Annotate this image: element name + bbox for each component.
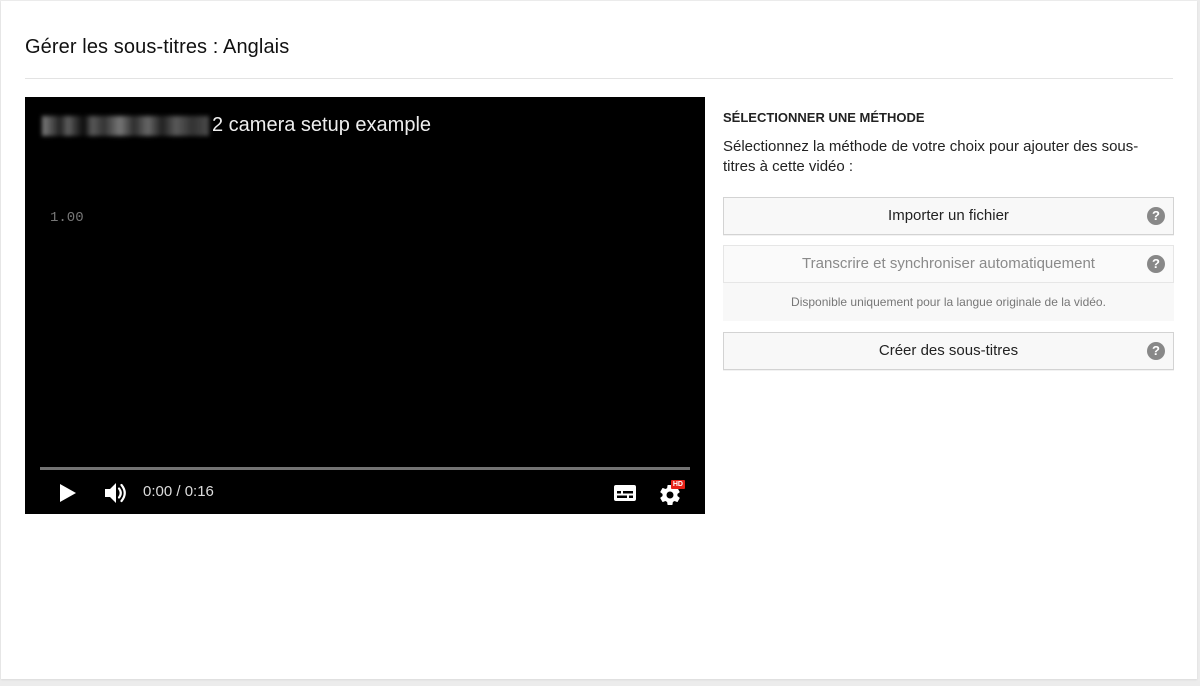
- help-icon[interactable]: ?: [1147, 255, 1165, 273]
- title-divider: [25, 78, 1173, 79]
- method-description: Sélectionnez la méthode de votre choix p…: [723, 138, 1139, 175]
- create-subtitles-button[interactable]: Créer des sous-titres ?: [723, 332, 1174, 370]
- auto-transcribe-note: Disponible uniquement pour la langue ori…: [723, 283, 1174, 321]
- upload-file-button[interactable]: Importer un fichier ?: [723, 197, 1174, 235]
- player-controls: 0:00 / 0:16 HD: [25, 473, 705, 513]
- video-title: 2 camera setup example: [42, 114, 431, 137]
- progress-bar[interactable]: [40, 467, 690, 470]
- video-player[interactable]: 2 camera setup example 1.00 0:00 / 0:16: [25, 97, 705, 514]
- help-icon[interactable]: ?: [1147, 342, 1165, 360]
- play-icon: [60, 484, 76, 502]
- auto-transcribe-button[interactable]: Transcrire et synchroniser automatiqueme…: [723, 245, 1174, 283]
- blurred-channel-name: [42, 115, 209, 136]
- volume-button[interactable]: [101, 479, 131, 507]
- upload-file-label: Importer un fichier: [888, 207, 1009, 224]
- method-heading: SÉLECTIONNER UNE MÉTHODE: [723, 110, 925, 125]
- settings-button[interactable]: HD: [655, 477, 685, 507]
- caption-overlay-text: 1.00: [50, 210, 84, 226]
- video-title-text: 2 camera setup example: [212, 114, 432, 136]
- auto-transcribe-label: Transcrire et synchroniser automatiqueme…: [802, 255, 1095, 272]
- subtitles-button[interactable]: [611, 479, 639, 507]
- hd-badge: HD: [670, 480, 685, 489]
- play-button[interactable]: [55, 479, 81, 507]
- page-title: Gérer les sous-titres : Anglais: [25, 36, 290, 58]
- manage-subtitles-panel: Gérer les sous-titres : Anglais 2 camera…: [1, 1, 1197, 679]
- create-subtitles-label: Créer des sous-titres: [878, 342, 1019, 359]
- volume-icon: [105, 483, 126, 503]
- time-display: 0:00 / 0:16: [143, 483, 214, 500]
- subtitles-icon: [614, 485, 636, 501]
- help-icon[interactable]: ?: [1147, 207, 1165, 225]
